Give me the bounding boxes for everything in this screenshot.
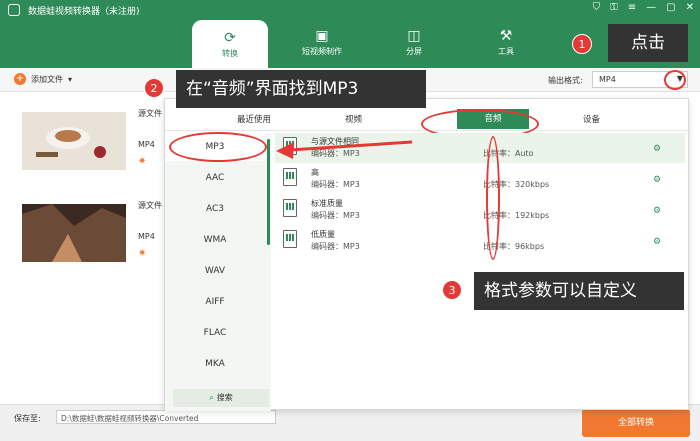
callout-find-mp3: 在“音频”界面找到MP3: [176, 70, 426, 108]
file-format: MP4: [138, 232, 155, 241]
gear-icon[interactable]: ⚙: [653, 144, 661, 154]
audio-file-icon: [283, 199, 297, 217]
preset-low[interactable]: 低质量 编码器：MP3 比特率：96kbps ⚙: [275, 226, 685, 256]
tab-device[interactable]: 设备: [583, 113, 600, 125]
annotation-circle-dropdown: [664, 70, 686, 90]
tab-video[interactable]: 视频: [345, 113, 362, 125]
audio-file-icon: [283, 168, 297, 186]
callout-click: 点击: [608, 24, 688, 62]
menu-icon[interactable]: ≡: [628, 2, 636, 13]
format-ac3[interactable]: AC3: [165, 195, 265, 223]
tab-label: 转换: [222, 48, 238, 58]
tab-label: 工具: [498, 46, 514, 56]
search-label: 搜索: [216, 393, 233, 402]
annotation-oval-mp3: [169, 132, 267, 162]
output-format-label: 输出格式:: [548, 76, 583, 85]
format-tabs: 最近使用 视频 音频 设备: [165, 107, 690, 139]
step-badge-2: 2: [144, 78, 164, 98]
output-format-value: MP4: [599, 75, 616, 84]
search-icon: ⌕: [209, 393, 214, 402]
app-logo-icon: [8, 4, 20, 16]
preset-encoder: 编码器：MP3: [311, 242, 360, 251]
gear-icon[interactable]: ⚙: [653, 175, 661, 185]
format-search-button[interactable]: ⌕ 搜索: [173, 389, 269, 407]
file-name: 源文件: [138, 109, 162, 118]
callout-customize: 格式参数可以自定义: [474, 272, 684, 310]
maximize-icon[interactable]: ▢: [666, 2, 675, 13]
preset-name: 高: [311, 168, 319, 177]
file-item[interactable]: 源文件 MP4 ✷: [0, 104, 165, 196]
convert-all-button[interactable]: 全部转换: [582, 409, 690, 437]
audio-file-icon: [283, 137, 297, 155]
tab-short-video[interactable]: ▣ 短视频制作: [284, 20, 360, 64]
gear-icon[interactable]: ⚙: [653, 206, 661, 216]
audio-file-icon: [283, 230, 297, 248]
preset-same-as-source[interactable]: 与源文件相同 编码器：MP3 比特率：Auto ⚙: [275, 133, 685, 163]
minimize-icon[interactable]: —: [646, 2, 656, 13]
tab-split-screen[interactable]: ◫ 分屏: [376, 20, 452, 64]
preset-high[interactable]: 高 编码器：MP3 比特率：320kbps ⚙: [275, 164, 685, 194]
add-file-button[interactable]: + 添加文件 ▾: [14, 73, 72, 85]
format-wma[interactable]: WMA: [165, 226, 265, 254]
food-thumbnail: [22, 112, 126, 170]
format-popup: 最近使用 视频 音频 设备 MP3 AAC AC3 WMA WAV AIFF F…: [164, 98, 690, 411]
preset-name: 低质量: [311, 230, 335, 239]
save-path-field[interactable]: D:\数据蛙\数据蛙视频转换器\Converted: [56, 410, 276, 424]
step-badge-1: 1: [572, 34, 592, 54]
split-screen-icon: ◫: [407, 27, 421, 44]
file-format: MP4: [138, 140, 155, 149]
preset-name: 与源文件相同: [311, 137, 359, 146]
format-wav[interactable]: WAV: [165, 257, 265, 285]
edit-effect-icon[interactable]: ✷: [138, 156, 146, 167]
save-to-label: 保存至:: [14, 414, 41, 423]
preset-standard[interactable]: 标准质量 编码器：MP3 比特率：192kbps ⚙: [275, 195, 685, 225]
window-controls: ⛉ ⚿ ≡ — ▢ ✕: [593, 2, 694, 13]
annotation-oval-gears: [486, 136, 500, 260]
format-aac[interactable]: AAC: [165, 164, 265, 192]
preset-encoder: 编码器：MP3: [311, 211, 360, 220]
tab-recent[interactable]: 最近使用: [237, 113, 271, 125]
format-flac[interactable]: FLAC: [165, 319, 265, 347]
file-name: 源文件: [138, 201, 162, 210]
close-icon[interactable]: ✕: [686, 2, 694, 13]
canyon-thumbnail: [22, 204, 126, 262]
tab-label: 短视频制作: [302, 46, 342, 56]
main-nav: ⟳ 转换 ▣ 短视频制作 ◫ 分屏 ⚒ 工具: [192, 20, 560, 68]
format-aiff[interactable]: AIFF: [165, 288, 265, 316]
format-mka[interactable]: MKA: [165, 350, 265, 378]
key-icon[interactable]: ⚿: [610, 2, 618, 13]
file-item[interactable]: 源文件 MP4 ✷: [0, 196, 165, 288]
title-bar: 数据蛙视频转换器（未注册) ⛉ ⚿ ≡ — ▢ ✕ ⟳ 转换 ▣ 短视频制作 ◫…: [0, 0, 700, 68]
preset-name: 标准质量: [311, 199, 343, 208]
tab-convert[interactable]: ⟳ 转换: [192, 20, 268, 68]
format-list: MP3 AAC AC3 WMA WAV AIFF FLAC MKA: [165, 133, 271, 411]
toolbox-icon: ⚒: [499, 27, 513, 44]
preset-encoder: 编码器：MP3: [311, 180, 360, 189]
chevron-down-icon: ▾: [68, 74, 73, 84]
convert-icon: ⟳: [224, 29, 236, 46]
app-title: 数据蛙视频转换器（未注册): [28, 7, 140, 17]
gear-icon[interactable]: ⚙: [653, 237, 661, 247]
tab-label: 分屏: [406, 46, 422, 56]
tab-tools[interactable]: ⚒ 工具: [468, 20, 544, 64]
shop-icon[interactable]: ⛉: [593, 2, 601, 13]
step-badge-3: 3: [442, 280, 462, 300]
format-list-scrollbar[interactable]: [267, 139, 270, 245]
add-file-label: 添加文件: [31, 74, 63, 84]
clapper-icon: ▣: [315, 27, 329, 44]
preset-encoder: 编码器：MP3: [311, 149, 360, 158]
plus-icon: +: [14, 73, 26, 85]
edit-effect-icon[interactable]: ✷: [138, 248, 146, 259]
